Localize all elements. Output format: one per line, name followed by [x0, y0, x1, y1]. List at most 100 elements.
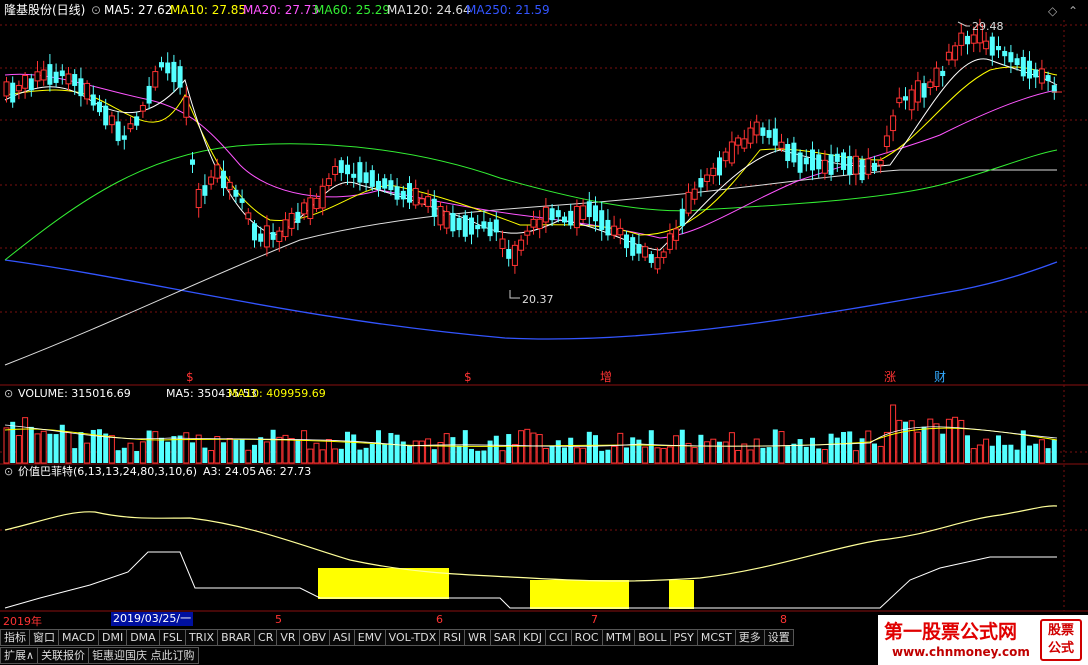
kline-chart[interactable]: 隆基股份(日线) ⊙ MA5: 27.62 MA10: 27.85 MA20: … [0, 0, 1088, 612]
volume-bar [165, 441, 171, 463]
candle-body [469, 217, 474, 235]
toolbar-button[interactable]: 指标 [0, 629, 30, 646]
candle-body [872, 162, 877, 171]
candle-body [636, 243, 642, 254]
candle-body [499, 238, 506, 249]
toolbar-button[interactable]: MTM [602, 629, 636, 646]
candle-body [877, 159, 884, 166]
toolbar-button[interactable]: PSY [670, 629, 698, 646]
candle-body [530, 218, 537, 228]
toolbar-button[interactable]: VOL-TDX [385, 629, 441, 646]
candle-body [958, 32, 965, 46]
toolbar-button[interactable]: KDJ [520, 629, 546, 646]
candle-body [437, 206, 444, 226]
toolbar-button[interactable]: BRAR [218, 629, 256, 646]
candle-body [295, 211, 301, 223]
candle-body [996, 46, 1001, 51]
volume-bar [307, 448, 314, 464]
candle-body [115, 121, 121, 142]
toolbar-button[interactable]: 钜惠迎国庆 点此订购 [89, 647, 199, 664]
toolbar-button[interactable]: TRIX [185, 629, 219, 646]
volume-bar [536, 434, 543, 464]
candle-body [139, 105, 146, 112]
collapse-icon[interactable]: ⌃ [1068, 4, 1078, 18]
volume-bar [555, 440, 561, 463]
toolbar-button[interactable]: FSL [159, 629, 186, 646]
toolbar-button[interactable]: EMV [354, 629, 386, 646]
volume-bar [221, 442, 226, 463]
volume-bar [741, 443, 748, 464]
toolbar-button[interactable]: 窗口 [30, 629, 59, 646]
indicator-toolbar: 指标 窗口 MACD DMI DMA FSL TRIX BRAR CR VR OBV ASI EMV VO… [0, 629, 794, 646]
candle-body [965, 35, 970, 45]
candle-body [127, 123, 134, 130]
toolbar-button[interactable]: ASI [329, 629, 355, 646]
candle-body [506, 249, 512, 259]
toolbar-button[interactable]: 更多 [735, 629, 765, 646]
candle-body [586, 201, 592, 218]
volume-bar [233, 439, 239, 463]
toolbar-button[interactable]: MCST [697, 629, 736, 646]
candle-body [952, 45, 959, 61]
volume-bar [648, 430, 654, 463]
candle-body [10, 82, 16, 103]
volume-bar [933, 423, 940, 464]
toolbar-button[interactable]: RSI [440, 629, 466, 646]
candle-body [1008, 52, 1014, 63]
candle-body [134, 116, 140, 126]
increase-marker: 增 [600, 370, 612, 384]
candle-body [3, 81, 10, 97]
volume-bar [506, 434, 512, 463]
signal-block [669, 580, 694, 609]
month-label: 6 [436, 613, 443, 626]
candle-body [927, 81, 934, 89]
toolbar-button[interactable]: DMI [98, 629, 128, 646]
volume-bar [562, 447, 567, 463]
toolbar-button[interactable]: SAR [490, 629, 521, 646]
volume-bar [660, 447, 667, 464]
volume-bar [208, 450, 215, 464]
volume-bar [239, 438, 245, 463]
candle-body [288, 212, 295, 229]
volume-icon: ⊙ [4, 387, 13, 400]
dropdown-icon[interactable]: ⊙ [91, 3, 101, 17]
indicator-a6: A6: 27.73 [258, 465, 311, 478]
volume-bar [258, 437, 264, 463]
volume-bar [47, 433, 53, 463]
toolbar-button[interactable]: OBV [299, 629, 330, 646]
toolbar-button[interactable]: ROC [571, 629, 603, 646]
toolbar-button[interactable]: CCI [545, 629, 572, 646]
volume-bar [481, 450, 487, 463]
volume-bar [965, 435, 970, 463]
toolbar-button[interactable]: 关联报价 [38, 647, 90, 664]
volume-bar [778, 431, 785, 464]
diamond-icon[interactable]: ◇ [1048, 4, 1058, 18]
toolbar-button[interactable]: MACD [59, 629, 99, 646]
candle-body [425, 196, 432, 207]
event-markers[interactable]: $ $ 增 涨 财 [186, 369, 946, 384]
selected-date[interactable]: 2019/03/25/一 [111, 612, 194, 626]
toolbar-button[interactable]: 扩展∧ [0, 647, 39, 664]
toolbar-button[interactable]: BOLL [635, 629, 671, 646]
candle-body [841, 152, 846, 170]
month-label: 7 [591, 613, 598, 626]
toolbar-button[interactable]: DMA [127, 629, 160, 646]
low-marker [509, 290, 520, 299]
candle-body [989, 36, 995, 56]
volume-bar [121, 447, 127, 463]
toolbar-button[interactable]: CR [255, 629, 278, 646]
candle-body [59, 70, 65, 77]
candle-body [338, 160, 344, 173]
volume-bar [363, 447, 369, 463]
ma120-line [4, 169, 1057, 366]
volume-bar [1033, 443, 1039, 463]
toolbar-button[interactable]: 设置 [764, 629, 794, 646]
candle-body [1038, 68, 1045, 84]
volume-ma10: MA10: 409959.69 [228, 387, 326, 400]
toolbar-button[interactable]: WR [465, 629, 491, 646]
month-label: 8 [780, 613, 787, 626]
candle-body [412, 187, 419, 206]
toolbar-button[interactable]: VR [277, 629, 300, 646]
volume-bar [791, 443, 797, 463]
candle-body [542, 206, 549, 223]
